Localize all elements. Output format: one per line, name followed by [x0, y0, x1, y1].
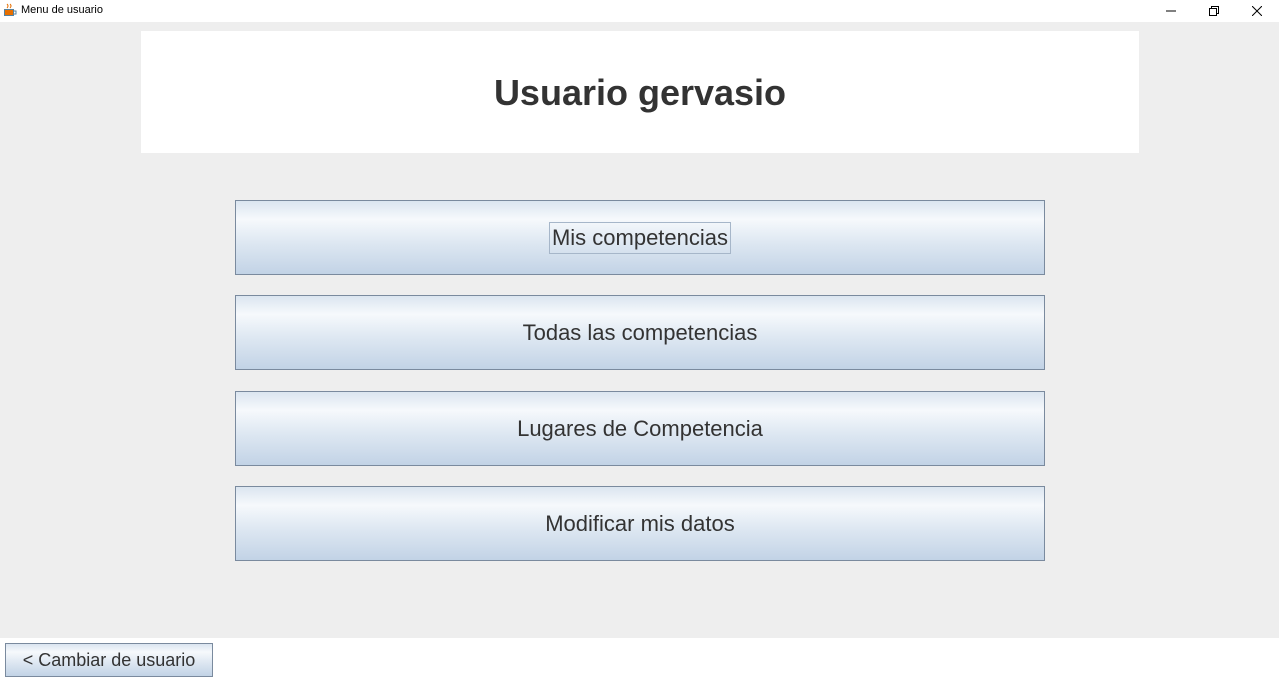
minimize-icon [1166, 10, 1176, 12]
button-label: Todas las competencias [522, 319, 758, 345]
button-label: Lugares de Competencia [517, 415, 763, 441]
button-label: Mis competencias [548, 221, 732, 254]
lugares-competencia-button[interactable]: Lugares de Competencia [235, 391, 1045, 466]
button-label: Modificar mis datos [545, 510, 735, 536]
header-panel: Usuario gervasio [141, 31, 1139, 153]
cambiar-usuario-button[interactable]: < Cambiar de usuario [5, 643, 213, 677]
restore-icon [1209, 6, 1219, 16]
todas-competencias-button[interactable]: Todas las competencias [235, 295, 1045, 370]
window-title: Menu de usuario [21, 4, 103, 16]
button-label: < Cambiar de usuario [22, 649, 196, 670]
mis-competencias-button[interactable]: Mis competencias [235, 200, 1045, 275]
restore-button[interactable] [1192, 0, 1236, 22]
minimize-button[interactable] [1149, 0, 1193, 22]
close-icon [1252, 6, 1262, 16]
java-coffee-icon [4, 3, 17, 16]
modificar-datos-button[interactable]: Modificar mis datos [235, 486, 1045, 561]
window-titlebar: Menu de usuario [0, 0, 1279, 22]
page-title: Usuario gervasio [493, 72, 787, 113]
close-button[interactable] [1235, 0, 1279, 22]
